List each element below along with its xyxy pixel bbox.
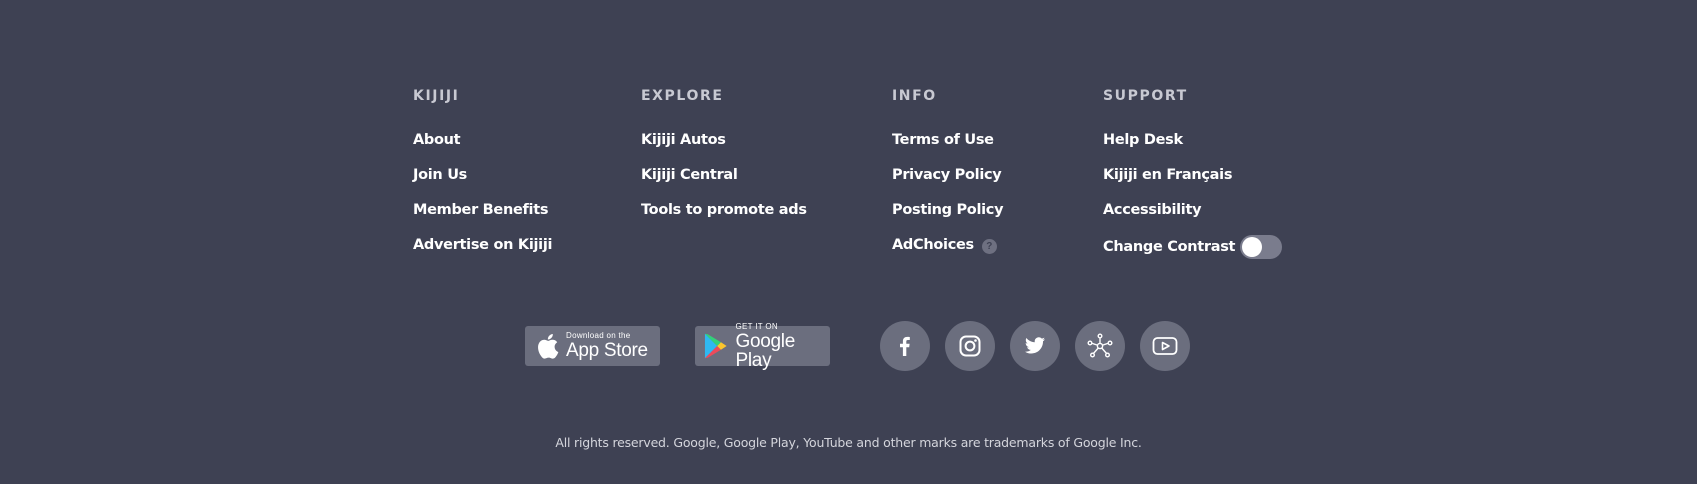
twitter-icon (1025, 337, 1045, 354)
footer-column-explore: EXPLORE Kijiji Autos Kijiji Central Tool… (641, 88, 807, 237)
instagram-icon (959, 335, 981, 357)
app-store-title: App Store (566, 340, 648, 361)
link-list-kijiji: About Join Us Member Benefits Advertise … (413, 132, 552, 272)
apple-icon (538, 334, 559, 359)
link-member-benefits[interactable]: Member Benefits (413, 202, 548, 219)
link-accessibility[interactable]: Accessibility (1103, 202, 1202, 219)
link-about[interactable]: About (413, 132, 461, 149)
column-title-kijiji: KIJIJI (413, 88, 460, 104)
link-join-us[interactable]: Join Us (413, 167, 467, 184)
link-posting-policy[interactable]: Posting Policy (892, 202, 1004, 219)
column-title-info: INFO (892, 88, 937, 104)
link-list-explore: Kijiji Autos Kijiji Central Tools to pro… (641, 132, 807, 237)
link-help-desk[interactable]: Help Desk (1103, 132, 1183, 149)
link-change-contrast[interactable]: Change Contrast (1103, 239, 1236, 256)
footer-column-kijiji: KIJIJI About Join Us Member Benefits Adv… (413, 88, 552, 272)
link-privacy-policy[interactable]: Privacy Policy (892, 167, 1002, 184)
link-tools-to-promote-ads[interactable]: Tools to promote ads (641, 202, 807, 219)
instagram-link[interactable] (945, 321, 995, 371)
link-kijiji-en-francais[interactable]: Kijiji en Français (1103, 167, 1232, 184)
link-list-support: Help Desk Kijiji en Français Accessibili… (1103, 132, 1282, 274)
column-title-explore: EXPLORE (641, 88, 724, 104)
app-store-badge[interactable]: Download on the App Store (525, 326, 660, 366)
toggle-knob (1242, 237, 1262, 257)
link-kijiji-autos[interactable]: Kijiji Autos (641, 132, 726, 149)
google-play-title: Google Play (735, 330, 796, 371)
facebook-icon (900, 336, 910, 356)
link-terms-of-use[interactable]: Terms of Use (892, 132, 994, 149)
network-link[interactable] (1075, 321, 1125, 371)
question-icon[interactable]: ? (981, 239, 997, 254)
link-list-info: Terms of Use Privacy Policy Posting Poli… (892, 132, 1004, 272)
google-play-caption: GET IT ON (735, 321, 778, 331)
contrast-toggle[interactable] (1240, 235, 1282, 259)
app-store-caption: Download on the (566, 331, 631, 340)
network-icon (1087, 333, 1113, 358)
footer-column-info: INFO Terms of Use Privacy Policy Posting… (892, 88, 1004, 272)
link-adchoices[interactable]: AdChoices (892, 237, 974, 254)
link-advertise-on-kijiji[interactable]: Advertise on Kijiji (413, 237, 552, 254)
youtube-icon (1152, 337, 1178, 355)
twitter-link[interactable] (1010, 321, 1060, 371)
footer-column-support: SUPPORT Help Desk Kijiji en Français Acc… (1103, 88, 1282, 274)
copyright-notice: All rights reserved. Google, Google Play… (555, 435, 1142, 450)
youtube-link[interactable] (1140, 321, 1190, 371)
link-kijiji-central[interactable]: Kijiji Central (641, 167, 738, 184)
google-play-icon (704, 333, 727, 359)
facebook-link[interactable] (880, 321, 930, 371)
google-play-badge[interactable]: GET IT ON Google Play (695, 321, 830, 370)
column-title-support: SUPPORT (1103, 88, 1188, 104)
